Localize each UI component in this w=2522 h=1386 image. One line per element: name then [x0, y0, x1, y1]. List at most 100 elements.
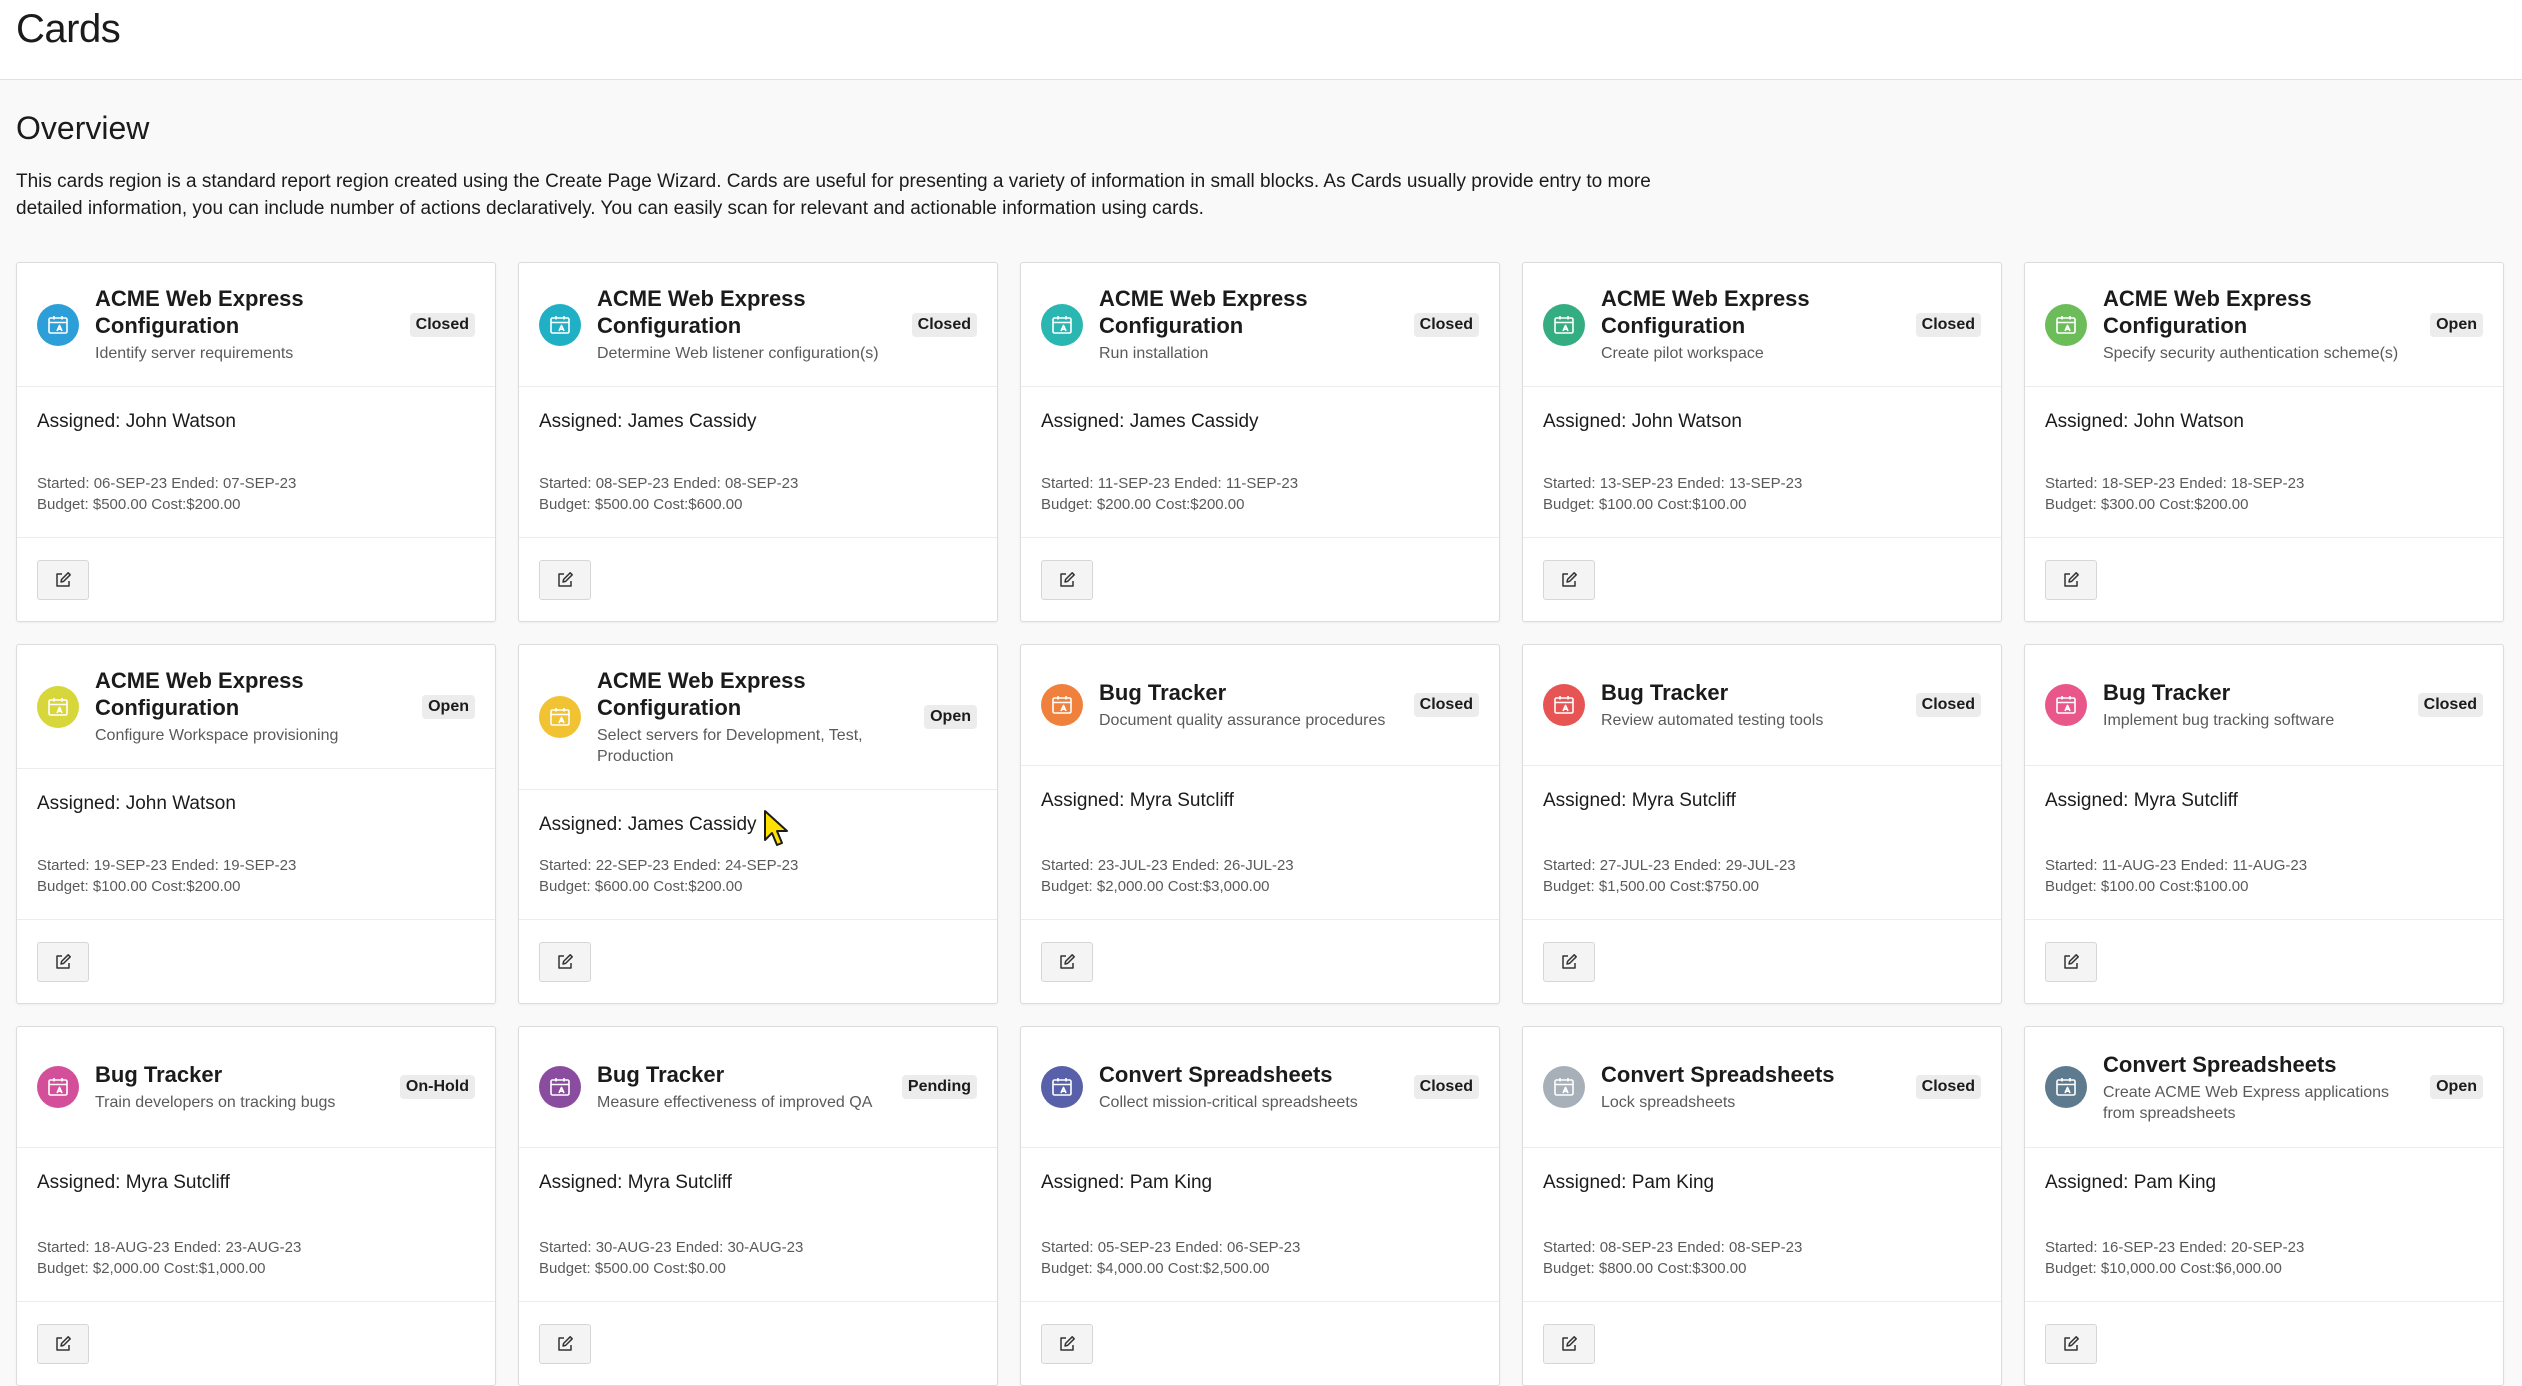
assigned-text: Assigned: Myra Sutcliff: [37, 1172, 230, 1193]
card-header: ACME Web Express Configuration Select ser…: [519, 645, 997, 790]
card-body: Assigned: Myra Sutcliff Started: 27-JUL-2…: [1523, 766, 2001, 919]
card-title[interactable]: Convert Spreadsheets: [2103, 1051, 2418, 1078]
edit-button[interactable]: [539, 941, 591, 982]
edit-button[interactable]: [1041, 1323, 1093, 1364]
card-title[interactable]: Convert Spreadsheets: [1099, 1061, 1402, 1088]
card-actions: [2025, 537, 2503, 621]
assigned-text: Assigned: James Cassidy: [539, 411, 757, 432]
budget-text: Budget: $500.00 Cost:$200.00: [37, 496, 241, 513]
card-title[interactable]: Bug Tracker: [2103, 679, 2406, 706]
assigned-text: Assigned: Pam King: [1041, 1172, 1213, 1193]
edit-button[interactable]: [2045, 941, 2097, 982]
card-actions: [1523, 537, 2001, 621]
calendar-user-icon: [2045, 1066, 2087, 1108]
dates-text: Started: 22-SEP-23 Ended: 24-SEP-23: [539, 857, 799, 874]
card-meta: Started: 18-AUG-23 Ended: 23-AUG-23 Budge…: [37, 1237, 475, 1301]
budget-text: Budget: $300.00 Cost:$200.00: [2045, 496, 2249, 513]
edit-button[interactable]: [1041, 941, 1093, 982]
card-actions: [1021, 1301, 1499, 1385]
overview-heading: Overview: [16, 110, 150, 146]
card-header: ACME Web Express Configuration Determine …: [519, 263, 997, 387]
card-body: Assigned: Pam King Started: 16-SEP-23 End…: [2025, 1148, 2503, 1301]
card-subtitle: Configure Workspace provisioning: [95, 727, 339, 744]
card-header: ACME Web Express Configuration Specify se…: [2025, 263, 2503, 387]
card-actions: [1021, 919, 1499, 1003]
edit-icon: [53, 570, 73, 590]
card-subtitle: Collect mission-critical spreadsheets: [1099, 1094, 1358, 1111]
assigned-text: Assigned: John Watson: [2045, 411, 2244, 432]
assigned-text: Assigned: Myra Sutcliff: [539, 1172, 732, 1193]
cards-grid: ACME Web Express Configuration Identify s…: [16, 262, 2504, 1386]
edit-icon: [53, 1334, 73, 1354]
edit-button[interactable]: [539, 1323, 591, 1364]
card-titles: ACME Web Express Configuration Select ser…: [597, 667, 912, 767]
dates-text: Started: 30-AUG-23 Ended: 30-AUG-23: [539, 1239, 804, 1256]
card-header: Bug Tracker Implement bug tracking softwa…: [2025, 645, 2503, 766]
status-badge: Closed: [1413, 693, 1479, 717]
card-title[interactable]: ACME Web Express Configuration: [597, 667, 912, 721]
dates-text: Started: 08-SEP-23 Ended: 08-SEP-23: [539, 475, 799, 492]
card-title[interactable]: ACME Web Express Configuration: [1099, 285, 1402, 339]
edit-button[interactable]: [2045, 1323, 2097, 1364]
edit-button[interactable]: [1543, 1323, 1595, 1364]
calendar-user-icon: [1041, 1066, 1083, 1108]
card-actions: [2025, 919, 2503, 1003]
budget-text: Budget: $2,000.00 Cost:$3,000.00: [1041, 878, 1270, 895]
card-header: ACME Web Express Configuration Create pil…: [1523, 263, 2001, 387]
card-header: ACME Web Express Configuration Identify s…: [17, 263, 495, 387]
card-body: Assigned: John Watson Started: 06-SEP-23 …: [17, 387, 495, 537]
edit-icon: [1057, 570, 1077, 590]
card-titles: ACME Web Express Configuration Determine …: [597, 285, 900, 364]
overview-region: Overview This cards region is a standard…: [0, 80, 2522, 222]
card-titles: ACME Web Express Configuration Identify s…: [95, 285, 398, 364]
edit-button[interactable]: [1543, 559, 1595, 600]
assigned-text: Assigned: John Watson: [37, 793, 236, 814]
edit-icon: [2061, 1334, 2081, 1354]
card-title[interactable]: ACME Web Express Configuration: [95, 285, 398, 339]
card-meta: Started: 11-SEP-23 Ended: 11-SEP-23 Budge…: [1041, 473, 1479, 537]
edit-button[interactable]: [37, 559, 89, 600]
edit-icon: [555, 1334, 575, 1354]
card-titles: ACME Web Express Configuration Run instal…: [1099, 285, 1402, 364]
calendar-user-icon: [1543, 1066, 1585, 1108]
card-header: Bug Tracker Measure effectiveness of impr…: [519, 1027, 997, 1148]
edit-button[interactable]: [2045, 559, 2097, 600]
calendar-user-icon: [539, 303, 581, 346]
card-title[interactable]: ACME Web Express Configuration: [597, 285, 900, 339]
card-body: Assigned: John Watson Started: 19-SEP-23 …: [17, 769, 495, 919]
card-meta: Started: 05-SEP-23 Ended: 06-SEP-23 Budge…: [1041, 1237, 1479, 1301]
card-actions: [1021, 537, 1499, 621]
edit-button[interactable]: [1543, 941, 1595, 982]
card: Bug Tracker Review automated testing tool…: [1522, 644, 2002, 1004]
status-badge: Closed: [2417, 693, 2483, 717]
card-title[interactable]: ACME Web Express Configuration: [1601, 285, 1904, 339]
calendar-user-icon: [37, 1066, 79, 1108]
card-meta: Started: 30-AUG-23 Ended: 30-AUG-23 Budge…: [539, 1237, 977, 1301]
card-header: Bug Tracker Train developers on tracking …: [17, 1027, 495, 1148]
edit-button[interactable]: [1041, 559, 1093, 600]
card-meta: Started: 11-AUG-23 Ended: 11-AUG-23 Budge…: [2045, 855, 2483, 919]
card-subtitle: Identify server requirements: [95, 345, 294, 362]
card-title[interactable]: Convert Spreadsheets: [1601, 1061, 1904, 1088]
status-badge: Closed: [1413, 1075, 1479, 1099]
card-meta: Started: 19-SEP-23 Ended: 19-SEP-23 Budge…: [37, 855, 475, 919]
card-body: Assigned: Myra Sutcliff Started: 18-AUG-2…: [17, 1148, 495, 1301]
card-title[interactable]: ACME Web Express Configuration: [95, 667, 410, 721]
card-titles: ACME Web Express Configuration Specify se…: [2103, 285, 2418, 364]
edit-button[interactable]: [37, 941, 89, 982]
card: ACME Web Express Configuration Select ser…: [518, 644, 998, 1004]
card-meta: Started: 13-SEP-23 Ended: 13-SEP-23 Budge…: [1543, 473, 1981, 537]
edit-icon: [555, 952, 575, 972]
card-subtitle: Specify security authentication scheme(s…: [2103, 345, 2399, 362]
card-title[interactable]: Bug Tracker: [597, 1061, 890, 1088]
card-title[interactable]: ACME Web Express Configuration: [2103, 285, 2418, 339]
card-title[interactable]: Bug Tracker: [95, 1061, 388, 1088]
card: Bug Tracker Measure effectiveness of impr…: [518, 1026, 998, 1386]
edit-button[interactable]: [539, 559, 591, 600]
card-title[interactable]: Bug Tracker: [1601, 679, 1904, 706]
card-title[interactable]: Bug Tracker: [1099, 679, 1402, 706]
card-titles: Bug Tracker Review automated testing tool…: [1601, 679, 1904, 731]
card-meta: Started: 23-JUL-23 Ended: 26-JUL-23 Budge…: [1041, 855, 1479, 919]
card-meta: Started: 18-SEP-23 Ended: 18-SEP-23 Budge…: [2045, 473, 2483, 537]
edit-button[interactable]: [37, 1323, 89, 1364]
